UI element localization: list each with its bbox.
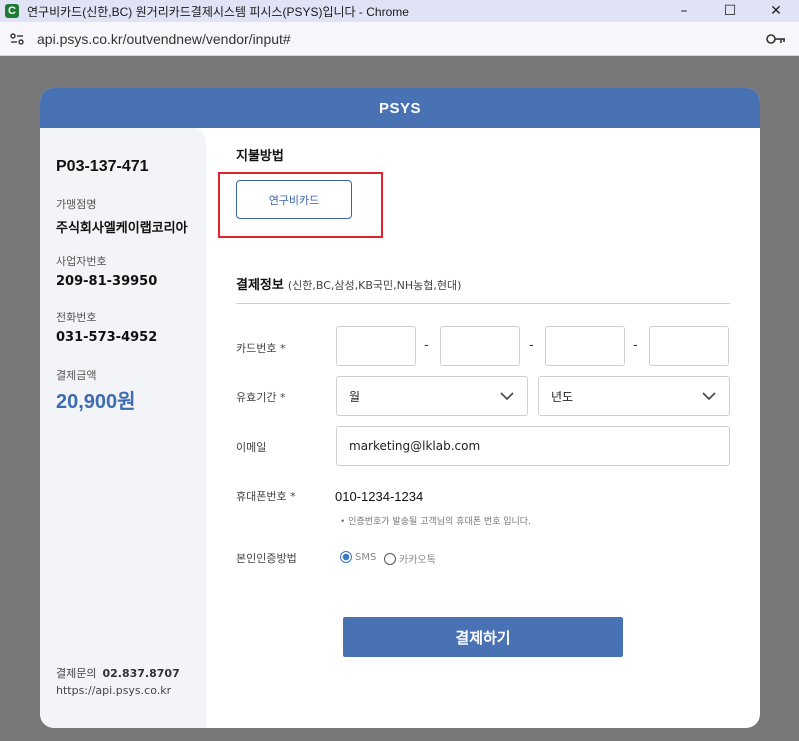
email-value: marketing@lklab.com — [349, 439, 481, 453]
expiry-month-select[interactable]: 월 — [336, 376, 528, 416]
expiry-year-select[interactable]: 년도 — [538, 376, 730, 416]
minimize-button[interactable]: – — [661, 0, 707, 22]
merchant-label: 가맹점명 — [56, 198, 97, 211]
site-url: https://api.psys.co.kr — [56, 684, 172, 697]
payment-modal: PSYS P03-137-471 가맹점명 주식회사엘케이랩코리아 사업자번호 … — [40, 88, 760, 728]
expiry-month-value: 월 — [349, 389, 361, 404]
window-title: 연구비카드(신한,BC) 원거리카드결제시스템 피시스(PSYS)입니다 - C… — [27, 4, 409, 19]
payment-form: 지불방법 연구비카드 결제정보 (신한,BC,삼성,KB국민,NH농협,현대) 카… — [218, 128, 730, 728]
window-controls: – ☐ ✕ — [661, 0, 799, 22]
payment-method-title: 지불방법 — [236, 149, 284, 164]
section-divider — [236, 303, 730, 304]
payment-info-title: 결제정보 (신한,BC,삼성,KB국민,NH농협,현대) — [236, 274, 461, 293]
tel-label: 전화번호 — [56, 311, 97, 324]
merchant-value: 주식회사엘케이랩코리아 — [56, 221, 188, 236]
auth-kakao-radio[interactable]: 카카오톡 — [384, 551, 436, 566]
password-key-icon[interactable] — [765, 31, 787, 47]
order-summary-sidebar: P03-137-471 가맹점명 주식회사엘케이랩코리아 사업자번호 209-8… — [40, 128, 206, 728]
url-text[interactable]: api.psys.co.kr/outvendnew/vendor/input# — [37, 31, 291, 47]
address-bar: api.psys.co.kr/outvendnew/vendor/input# — [0, 22, 799, 56]
bizno-label: 사업자번호 — [56, 255, 107, 268]
contact-label: 결제문의 — [56, 667, 97, 680]
chevron-down-icon — [702, 392, 716, 401]
contact-info: 결제문의 02.837.8707 — [56, 665, 180, 681]
card-dash-1: - — [424, 338, 429, 353]
auth-method-label: 본인인증방법 — [236, 552, 297, 565]
modal-header: PSYS — [40, 88, 760, 128]
card-dash-2: - — [529, 338, 534, 353]
contact-phone: 02.837.8707 — [102, 667, 180, 680]
card-number-input-2[interactable] — [440, 326, 520, 366]
radio-unselected-icon — [384, 552, 396, 565]
tel-value: 031-573-4952 — [56, 330, 158, 345]
window-titlebar: C 연구비카드(신한,BC) 원거리카드결제시스템 피시스(PSYS)입니다 -… — [0, 0, 799, 22]
payment-info-subtitle: (신한,BC,삼성,KB국민,NH농협,현대) — [287, 279, 462, 292]
phone-note: • 인증번호가 발송될 고객님의 휴대폰 번호 입니다. — [340, 517, 531, 527]
maximize-button[interactable]: ☐ — [707, 0, 753, 22]
submit-payment-button[interactable]: 결제하기 — [343, 617, 623, 657]
card-number-label: 카드번호 * — [236, 342, 286, 355]
radio-selected-icon — [340, 551, 352, 563]
order-number: P03-137-471 — [56, 158, 149, 175]
chevron-down-icon — [500, 392, 514, 401]
auth-kakao-label: 카카오톡 — [399, 555, 436, 566]
amount-label: 결제금액 — [56, 369, 97, 382]
card-number-input-1[interactable] — [336, 326, 416, 366]
phone-label: 휴대폰번호 * — [236, 490, 296, 503]
card-number-input-3[interactable] — [545, 326, 625, 366]
auth-sms-radio[interactable]: SMS — [340, 551, 376, 563]
card-number-input-4[interactable] — [649, 326, 729, 366]
expiry-label: 유효기간 * — [236, 391, 286, 404]
email-input[interactable]: marketing@lklab.com — [336, 426, 730, 466]
amount-value: 20,900원 — [56, 391, 136, 413]
phone-value: 010-1234-1234 — [335, 489, 424, 504]
payment-info-heading: 결제정보 — [236, 278, 284, 293]
site-settings-icon[interactable] — [9, 31, 25, 47]
highlight-box — [218, 172, 383, 238]
close-button[interactable]: ✕ — [753, 0, 799, 22]
auth-sms-label: SMS — [355, 551, 377, 563]
card-dash-3: - — [633, 338, 638, 353]
email-label: 이메일 — [236, 441, 267, 454]
expiry-year-value: 년도 — [551, 389, 574, 404]
chrome-app-icon: C — [5, 4, 19, 18]
bizno-value: 209-81-39950 — [56, 274, 158, 289]
